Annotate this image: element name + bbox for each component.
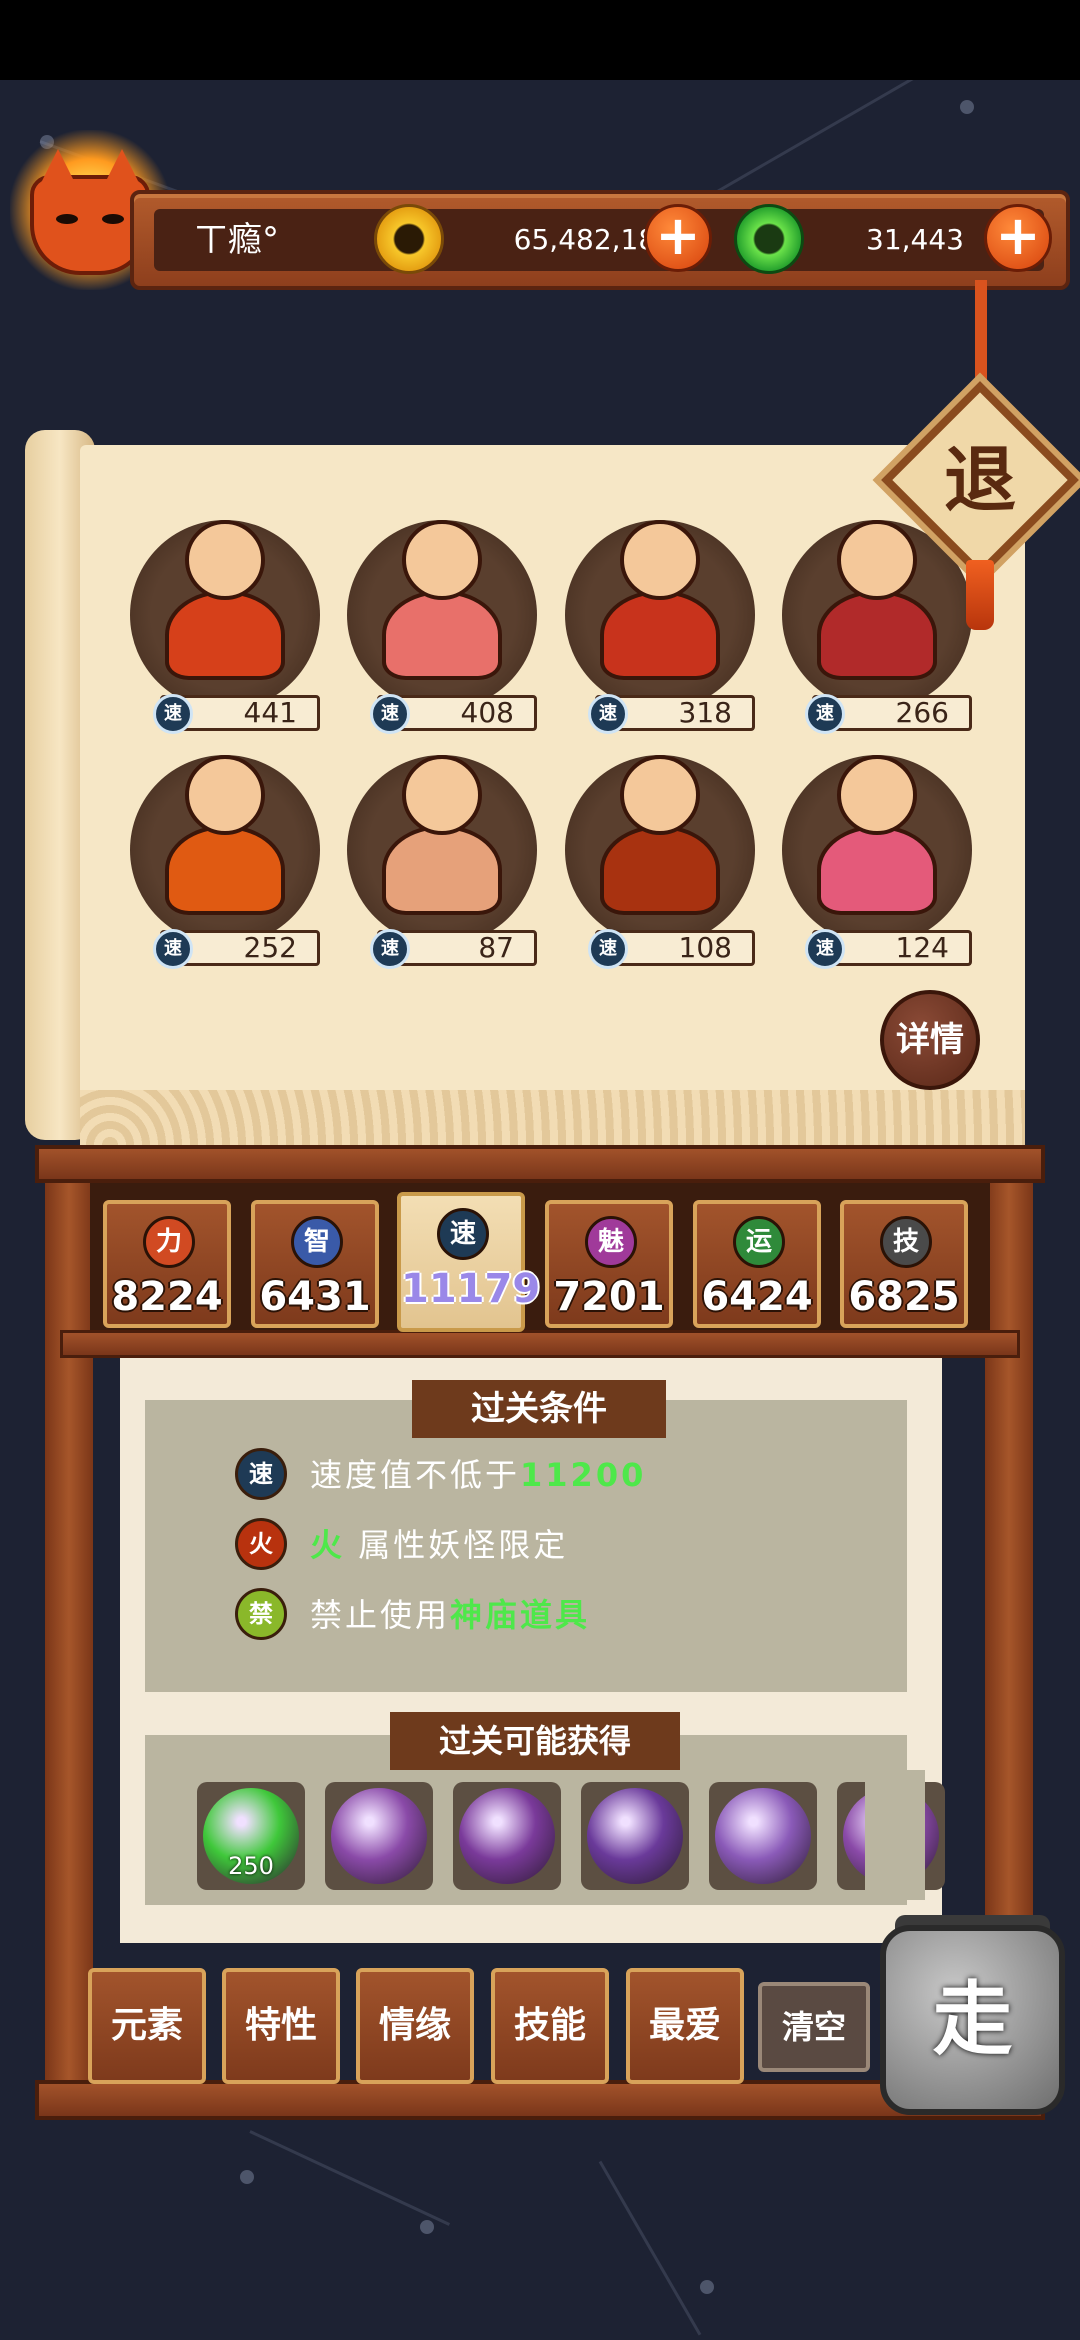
monster-art [150,510,300,690]
speed-icon: 速 [153,929,193,969]
stat-badge-icon: 技 [880,1216,932,1268]
monster-card[interactable]: 速 252 [130,755,330,969]
frame-right [985,1180,1033,1950]
retreat-label[interactable]: 退 [910,420,1050,540]
monster-speed-value: 408 [460,696,514,729]
reward-orb-icon [587,1788,683,1884]
monster-speed-tag: 速 87 [370,929,537,969]
reward-item[interactable] [581,1782,689,1890]
filter-button-4[interactable]: 技能 [491,1968,609,2084]
speed-icon: 速 [805,929,845,969]
stat-value: 11179 [401,1266,541,1312]
monster-speed-tag: 速 124 [805,929,972,969]
scroll-wave-border [80,1090,1025,1145]
monster-speed-tag: 速 441 [153,694,320,734]
reward-orb-icon [715,1788,811,1884]
stat-tab-4[interactable]: 魅 7201 [545,1200,673,1328]
retreat-rope [975,280,987,390]
reward-count: 250 [228,1852,274,1880]
monster-art [585,510,735,690]
reward-orb-icon [459,1788,555,1884]
monster-speed-value: 124 [895,931,949,964]
monster-card[interactable]: 速 124 [782,755,982,969]
monster-speed-tag: 速 266 [805,694,972,734]
stat-badge-icon: 力 [143,1216,195,1268]
stat-tab-3[interactable]: 速 11179 [397,1192,541,1332]
condition-speed: 速度值不低于11200 [310,1456,647,1494]
jade-coin-icon [734,204,804,274]
stat-badge-icon: 运 [733,1216,785,1268]
monster-art [367,745,517,925]
monster-card[interactable]: 速 108 [565,755,765,969]
speed-condition-icon: 速 [235,1448,287,1500]
retreat-tassel [966,560,994,630]
monster-art [585,745,735,925]
status-bar [0,0,1080,80]
filter-button-2[interactable]: 特性 [222,1968,340,2084]
stat-tab-2[interactable]: 智 6431 [251,1200,379,1328]
monster-speed-value: 266 [895,696,949,729]
monster-card[interactable]: 速 408 [347,520,547,734]
monster-card[interactable]: 速 318 [565,520,765,734]
stat-badge-icon: 魅 [585,1216,637,1268]
add-jade-button[interactable]: + [984,204,1052,272]
no-items-icon: 禁 [235,1588,287,1640]
monster-speed-value: 441 [243,696,297,729]
stat-tab-5[interactable]: 运 6424 [693,1200,821,1328]
speed-icon: 速 [153,694,193,734]
filter-button-3[interactable]: 情缘 [356,1968,474,2084]
reward-item[interactable] [453,1782,561,1890]
details-button[interactable]: 详情 [880,990,980,1090]
monster-speed-value: 252 [243,931,297,964]
go-button[interactable]: 走 [880,1925,1065,2115]
monster-speed-tag: 速 108 [588,929,755,969]
filter-button-5[interactable]: 最爱 [626,1968,744,2084]
speed-icon: 速 [805,694,845,734]
stat-value: 6431 [259,1274,371,1320]
monster-speed-value: 318 [678,696,732,729]
monster-speed-value: 108 [678,931,732,964]
filter-button-1[interactable]: 元素 [88,1968,206,2084]
reward-orb-icon [331,1788,427,1884]
reward-item[interactable] [709,1782,817,1890]
reward-item[interactable]: 250 [197,1782,305,1890]
frame-mid [60,1330,1020,1358]
stat-badge-icon: 智 [291,1216,343,1268]
conditions-title: 过关条件 [412,1380,666,1438]
gold-coin-icon [374,204,444,274]
rewards-clip [865,1770,925,1900]
speed-icon: 速 [370,694,410,734]
frame-top [35,1145,1045,1183]
monster-art [150,745,300,925]
stat-badge-icon: 速 [437,1208,489,1260]
frame-left [45,1180,93,2100]
monster-speed-tag: 速 252 [153,929,320,969]
stat-tab-6[interactable]: 技 6825 [840,1200,968,1328]
stat-value: 6424 [701,1274,813,1320]
speed-icon: 速 [588,694,628,734]
monster-speed-tag: 速 408 [370,694,537,734]
add-gold-button[interactable]: + [644,204,712,272]
rewards-title: 过关可能获得 [390,1712,680,1770]
condition-fire: 火 属性妖怪限定 [310,1526,569,1564]
monster-card[interactable]: 速 87 [347,755,547,969]
monster-art [802,745,952,925]
monster-speed-value: 87 [478,931,514,964]
speed-icon: 速 [370,929,410,969]
stat-value: 6825 [848,1274,960,1320]
reward-item[interactable] [325,1782,433,1890]
condition-no-items: 禁止使用神庙道具 [310,1596,591,1634]
monster-card[interactable]: 速 441 [130,520,330,734]
monster-art [367,510,517,690]
speed-icon: 速 [588,929,628,969]
clear-button[interactable]: 清空 [758,1982,870,2072]
top-bar: ㄒ瘾° 65,482,184 + 31,443 + [130,190,1070,290]
monster-speed-tag: 速 318 [588,694,755,734]
stat-value: 8224 [111,1274,223,1320]
fire-element-icon: 火 [235,1518,287,1570]
stat-tab-1[interactable]: 力 8224 [103,1200,231,1328]
stat-value: 7201 [553,1274,665,1320]
